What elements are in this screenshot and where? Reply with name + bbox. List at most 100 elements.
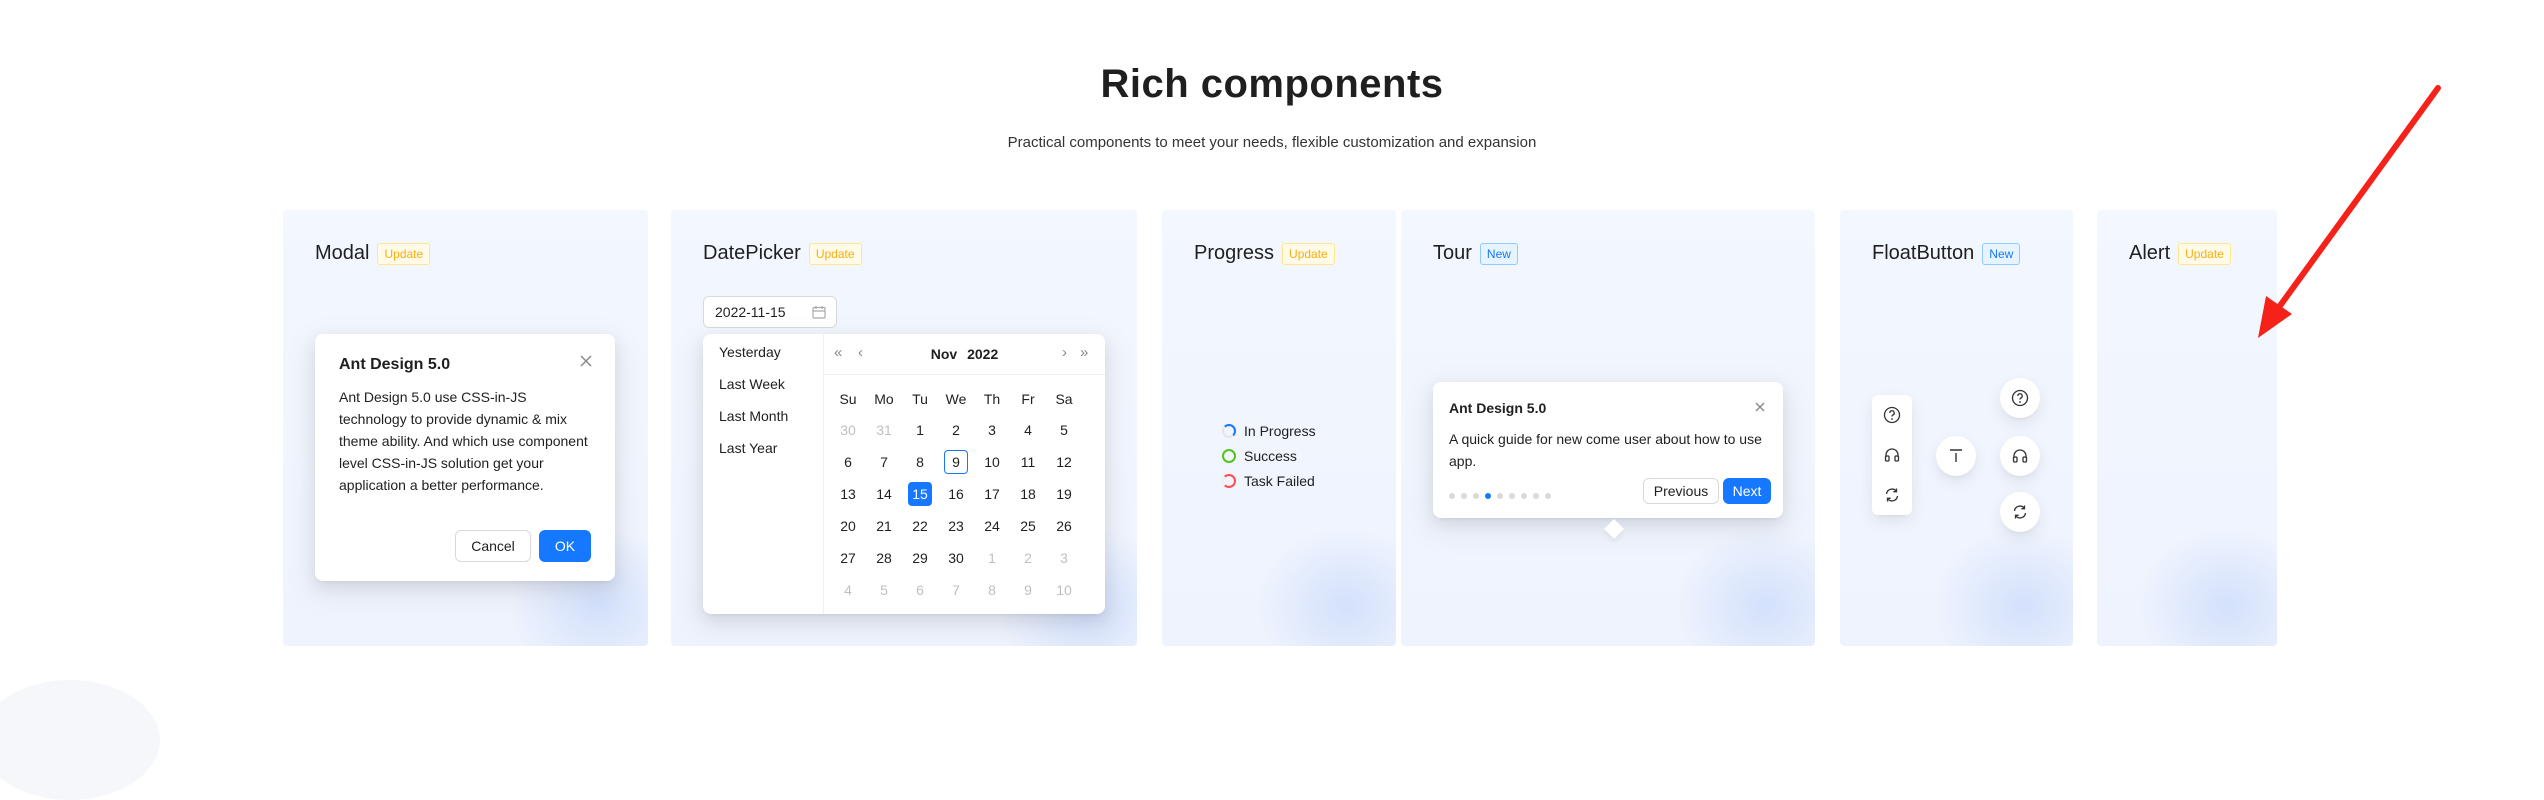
calendar-day[interactable]: 5 [1052, 418, 1076, 442]
calendar-day[interactable]: 30 [944, 546, 968, 570]
date-input-value: 2022-11-15 [715, 304, 786, 320]
calendar-header: « ‹ Nov 2022 › » [824, 334, 1105, 375]
calendar-day[interactable]: 11 [1016, 450, 1040, 474]
float-button-group [1872, 395, 1912, 515]
close-icon[interactable] [577, 352, 595, 370]
calendar-day[interactable]: 26 [1052, 514, 1076, 538]
calendar-day[interactable]: 21 [872, 514, 896, 538]
calendar-day[interactable]: 19 [1052, 482, 1076, 506]
update-tag: Update [377, 242, 431, 265]
modal-dialog: Ant Design 5.0 Ant Design 5.0 use CSS-in… [315, 334, 615, 581]
calendar-day[interactable]: 4 [1016, 418, 1040, 442]
calendar-day[interactable]: 23 [944, 514, 968, 538]
tour-step-dot [1485, 493, 1491, 499]
card-modal[interactable]: Modal Update Ant Design 5.0 Ant Design 5… [283, 210, 648, 646]
preset-list: Yesterday Last Week Last Month Last Year [703, 334, 824, 614]
ok-button[interactable]: OK [539, 530, 591, 562]
double-right-icon[interactable]: » [1080, 344, 1088, 361]
calendar-day[interactable]: 20 [836, 514, 860, 538]
new-tag: New [1982, 242, 2021, 265]
calendar-day[interactable]: 7 [944, 578, 968, 602]
card-title-alert: Alert [2129, 242, 2171, 264]
question-icon[interactable] [1872, 395, 1912, 435]
tour-step-dot [1533, 493, 1539, 499]
preset-item[interactable]: Yesterday [719, 344, 781, 360]
calendar-day[interactable]: 18 [1016, 482, 1040, 506]
tour-body: A quick guide for new come user about ho… [1449, 431, 1762, 469]
calendar-day[interactable]: 1 [980, 546, 1004, 570]
calendar-day[interactable]: 22 [908, 514, 932, 538]
calendar-month[interactable]: Nov [931, 346, 957, 362]
calendar-day[interactable]: 25 [1016, 514, 1040, 538]
calendar-day[interactable]: 7 [872, 450, 896, 474]
tour-step-dot [1545, 493, 1551, 499]
calendar-day[interactable]: 14 [872, 482, 896, 506]
date-input[interactable]: 2022-11-15 [703, 296, 837, 328]
headphones-icon[interactable] [2000, 436, 2040, 476]
update-tag: Update [2178, 242, 2231, 265]
calendar-day[interactable]: 27 [836, 546, 860, 570]
sync-icon[interactable] [1872, 475, 1912, 515]
calendar-day[interactable]: 16 [944, 482, 968, 506]
vertical-align-top-icon[interactable] [1936, 436, 1976, 476]
calendar-day[interactable]: 15 [908, 482, 932, 506]
calendar-day[interactable]: 3 [1052, 546, 1076, 570]
weekday-label: Mo [874, 391, 894, 407]
decorative-blob [0, 680, 160, 800]
card-datepicker[interactable]: DatePicker Update 2022-11-15 Yesterday L… [671, 210, 1137, 646]
progress-item-success: Success [1222, 448, 1297, 464]
card-alert[interactable]: Alert Update [2097, 210, 2277, 646]
calendar-day[interactable]: 6 [908, 578, 932, 602]
calendar-day[interactable]: 13 [836, 482, 860, 506]
preset-item[interactable]: Last Week [719, 376, 785, 392]
question-icon[interactable] [2000, 378, 2040, 418]
calendar-day[interactable]: 31 [872, 418, 896, 442]
card-floatbutton[interactable]: FloatButton New [1840, 210, 2073, 646]
calendar-day[interactable]: 10 [980, 450, 1004, 474]
progress-item-in-progress: In Progress [1222, 423, 1316, 439]
sync-icon[interactable] [2000, 492, 2040, 532]
calendar-day[interactable]: 29 [908, 546, 932, 570]
card-tour[interactable]: Tour New Ant Design 5.0 A quick guide fo… [1401, 210, 1815, 646]
calendar-day[interactable]: 3 [980, 418, 1004, 442]
calendar-panel: « ‹ Nov 2022 › » Su Mo Tu We Th Fr Sa 30 31 1 2 3 4… [824, 334, 1105, 614]
calendar-day[interactable]: 9 [1016, 578, 1040, 602]
preset-item[interactable]: Last Year [719, 440, 777, 456]
card-progress[interactable]: Progress Update In Progress Success Task… [1162, 210, 1396, 646]
calendar-day[interactable]: 28 [872, 546, 896, 570]
calendar-day[interactable]: 5 [872, 578, 896, 602]
close-icon[interactable] [1753, 400, 1767, 414]
tour-title: Ant Design 5.0 [1449, 400, 1547, 416]
calendar-day[interactable]: 1 [908, 418, 932, 442]
calendar-day[interactable]: 30 [836, 418, 860, 442]
tour-arrow [1604, 519, 1624, 539]
calendar-day[interactable]: 10 [1052, 578, 1076, 602]
preset-item[interactable]: Last Month [719, 408, 788, 424]
card-title-modal: Modal [315, 242, 370, 264]
calendar-day[interactable]: 9 [944, 450, 968, 474]
card-title-datepicker: DatePicker [703, 242, 801, 264]
calendar-day[interactable]: 4 [836, 578, 860, 602]
progress-label: Task Failed [1244, 473, 1315, 489]
calendar-day[interactable]: 12 [1052, 450, 1076, 474]
section-subtitle: Practical components to meet your needs,… [1007, 134, 1537, 151]
weekday-label: Tu [912, 391, 928, 407]
card-title-floatbutton: FloatButton [1872, 242, 1975, 264]
calendar-day[interactable]: 17 [980, 482, 1004, 506]
calendar-day[interactable]: 2 [944, 418, 968, 442]
previous-button[interactable]: Previous [1643, 478, 1719, 504]
section-title: Rich components [1100, 62, 1444, 106]
progress-label: In Progress [1244, 423, 1316, 439]
cancel-button[interactable]: Cancel [455, 530, 531, 562]
next-button[interactable]: Next [1723, 478, 1771, 504]
calendar-day[interactable]: 24 [980, 514, 1004, 538]
progress-ring-icon [1222, 474, 1236, 488]
calendar-day[interactable]: 8 [980, 578, 1004, 602]
headphones-icon[interactable] [1872, 435, 1912, 475]
calendar-day[interactable]: 6 [836, 450, 860, 474]
weekday-label: We [945, 391, 967, 407]
calendar-year[interactable]: 2022 [967, 346, 998, 362]
calendar-day[interactable]: 8 [908, 450, 932, 474]
calendar-day[interactable]: 2 [1016, 546, 1040, 570]
right-icon[interactable]: › [1062, 344, 1067, 361]
